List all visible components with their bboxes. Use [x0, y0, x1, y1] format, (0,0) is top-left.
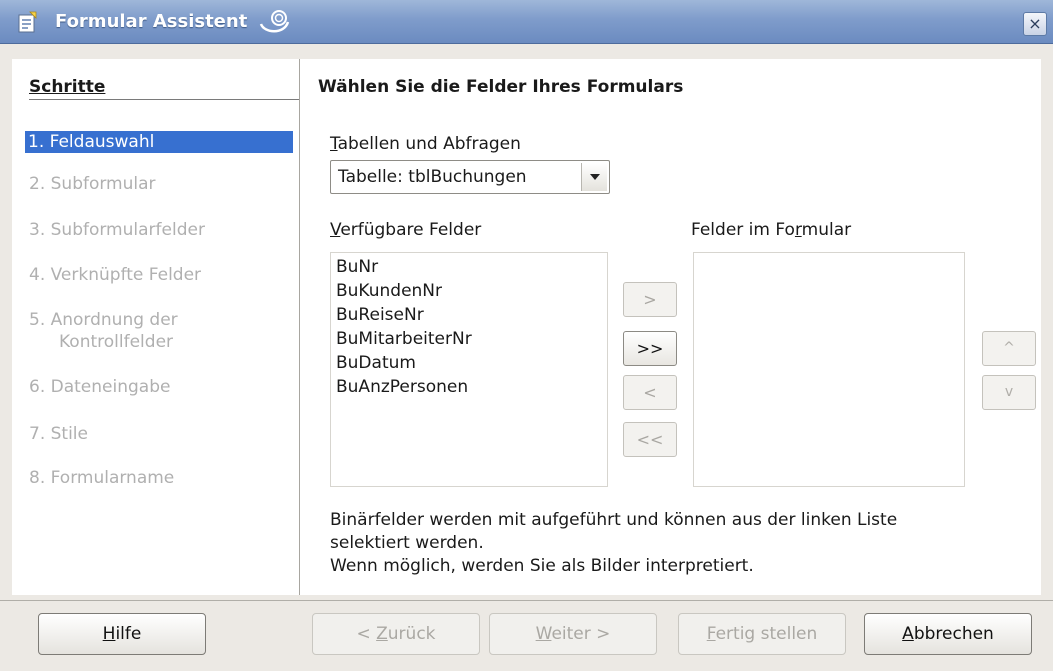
list-item[interactable]: BuDatum — [331, 351, 607, 375]
info-text: Binärfelder werden mit aufgeführt und kö… — [330, 510, 898, 576]
list-item[interactable]: BuReiseNr — [331, 303, 607, 327]
move-up-button[interactable]: ^ — [982, 331, 1036, 366]
tables-label: Tabellen und Abfragen — [330, 134, 521, 154]
step-control-arrangement[interactable]: 5. Anordnung der Kontrollfelder — [29, 309, 297, 353]
close-button[interactable]: × — [1023, 12, 1047, 36]
steps-divider — [29, 99, 301, 100]
available-fields-label: Verfügbare Felder — [330, 220, 482, 240]
close-icon: × — [1028, 14, 1042, 33]
form-fields-label: Felder im Formular — [691, 220, 852, 240]
footer-divider — [0, 600, 1053, 601]
finish-button[interactable]: Fertig stellen — [678, 613, 846, 655]
swirl-icon — [259, 10, 290, 33]
step-form-name[interactable]: 8. Formularname — [29, 467, 297, 489]
step-subform[interactable]: 2. Subformular — [29, 173, 297, 195]
cancel-button[interactable]: Abbrechen — [864, 613, 1032, 655]
tables-dropdown-value: Tabelle: tblBuchungen — [338, 167, 527, 187]
chevron-down-icon[interactable] — [581, 163, 607, 191]
title-bar: Formular Assistent × — [0, 0, 1053, 44]
steps-heading: Schritte — [29, 77, 106, 97]
next-button[interactable]: Weiter > — [489, 613, 657, 655]
window-title: Formular Assistent — [55, 11, 248, 32]
step-data-entry[interactable]: 6. Dateneingabe — [29, 376, 297, 398]
back-button[interactable]: < Zurück — [312, 613, 480, 655]
available-fields-list[interactable]: BuNr BuKundenNr BuReiseNr BuMitarbeiterN… — [330, 252, 608, 487]
main-panel: Wählen Sie die Felder Ihres Formulars Ta… — [300, 59, 1041, 595]
list-item[interactable]: BuKundenNr — [331, 279, 607, 303]
tables-dropdown[interactable]: Tabelle: tblBuchungen — [330, 160, 610, 194]
list-item[interactable]: BuAnzPersonen — [331, 375, 607, 399]
add-all-fields-button[interactable]: >> — [623, 331, 677, 366]
steps-panel: Schritte 1. Feldauswahl 2. Subformular 3… — [12, 59, 301, 595]
step-subform-fields[interactable]: 3. Subformularfelder — [29, 219, 297, 241]
remove-all-fields-button[interactable]: << — [623, 422, 677, 457]
page-title: Wählen Sie die Felder Ihres Formulars — [318, 77, 684, 97]
remove-field-button[interactable]: < — [623, 375, 677, 410]
step-linked-fields[interactable]: 4. Verknüpfte Felder — [29, 264, 297, 286]
form-fields-list[interactable] — [693, 252, 965, 487]
step-field-selection[interactable]: 1. Feldauswahl — [25, 131, 293, 153]
step-styles[interactable]: 7. Stile — [29, 423, 297, 445]
move-down-button[interactable]: v — [982, 375, 1036, 410]
form-wizard-icon — [18, 11, 37, 33]
list-item[interactable]: BuNr — [331, 255, 607, 279]
help-button[interactable]: Hilfe — [38, 613, 206, 655]
list-item[interactable]: BuMitarbeiterNr — [331, 327, 607, 351]
add-field-button[interactable]: > — [623, 282, 677, 317]
